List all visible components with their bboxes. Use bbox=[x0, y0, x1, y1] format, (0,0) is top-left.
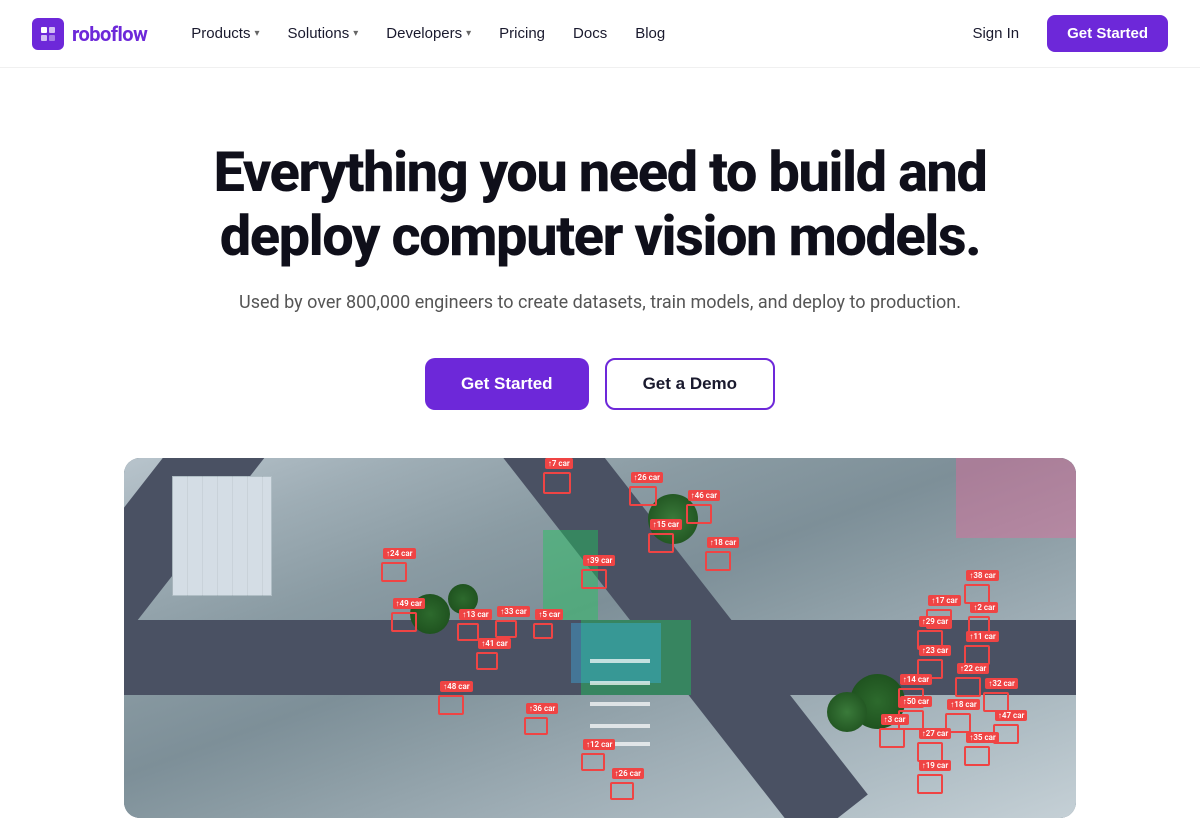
detection-box-32: ↑19 car bbox=[917, 774, 943, 794]
hero-subheadline: Used by over 800,000 engineers to create… bbox=[174, 289, 1026, 318]
detection-box-11: ↑5 car bbox=[533, 623, 553, 639]
logo-icon bbox=[32, 18, 64, 50]
detection-box-23: ↑22 car bbox=[955, 677, 981, 697]
detection-box-9: ↑13 car bbox=[457, 623, 479, 641]
detection-box-7: ↑24 car bbox=[381, 562, 407, 582]
detection-box-6: ↑39 car bbox=[581, 569, 607, 589]
hero-get-started-button[interactable]: Get Started bbox=[425, 358, 589, 410]
nav-products[interactable]: Products ▾ bbox=[179, 17, 271, 50]
det-label-22: ↑23 car bbox=[919, 645, 951, 656]
det-label-7: ↑24 car bbox=[383, 548, 415, 559]
detection-box-4: ↑15 car bbox=[648, 533, 674, 553]
det-label-24: ↑14 car bbox=[900, 674, 932, 685]
det-label-26: ↑50 car bbox=[900, 696, 932, 707]
det-label-17: ↑38 car bbox=[966, 570, 998, 581]
aerial-scene: ↑7 car ↑26 car ↑46 car ↑15 car ↑18 car ↑… bbox=[124, 458, 1076, 818]
nav-developers[interactable]: Developers ▾ bbox=[374, 17, 483, 50]
det-label-13: ↑48 car bbox=[440, 681, 472, 692]
det-label-15: ↑12 car bbox=[583, 739, 615, 750]
hero-buttons: Get Started Get a Demo bbox=[174, 358, 1026, 410]
detection-box-29: ↑3 car bbox=[879, 728, 905, 748]
det-label-28: ↑47 car bbox=[995, 710, 1027, 721]
demo-image-wrapper: ↑7 car ↑26 car ↑46 car ↑15 car ↑18 car ↑… bbox=[100, 458, 1100, 818]
hero-get-demo-button[interactable]: Get a Demo bbox=[605, 358, 775, 410]
det-label-6: ↑39 car bbox=[583, 555, 615, 566]
detection-box-15: ↑12 car bbox=[581, 753, 605, 771]
building-1-windows bbox=[172, 476, 272, 596]
det-label-14: ↑36 car bbox=[526, 703, 558, 714]
det-label-25: ↑32 car bbox=[985, 678, 1017, 689]
det-label-2: ↑26 car bbox=[631, 472, 663, 483]
hero-section: Everything you need to build and deploy … bbox=[150, 68, 1050, 458]
det-label-12: ↑41 car bbox=[478, 638, 510, 649]
det-label-9: ↑13 car bbox=[459, 609, 491, 620]
lane-line-2 bbox=[590, 681, 650, 685]
detection-box-3: ↑46 car bbox=[686, 504, 712, 524]
logo-text: roboflow bbox=[72, 22, 147, 46]
logo[interactable]: roboflow bbox=[32, 18, 147, 50]
detection-box-5: ↑18 car bbox=[705, 551, 731, 571]
detection-box-30: ↑27 car bbox=[917, 742, 943, 762]
tree-5 bbox=[827, 692, 867, 732]
nav-right: Sign In Get Started bbox=[960, 15, 1168, 52]
detection-box-8: ↑49 car bbox=[391, 612, 417, 632]
det-label-10: ↑33 car bbox=[497, 606, 529, 617]
detection-box-16: ↑26 car bbox=[610, 782, 634, 800]
det-label-29: ↑3 car bbox=[881, 714, 909, 725]
det-label-16: ↑26 car bbox=[612, 768, 644, 779]
detection-box-13: ↑48 car bbox=[438, 695, 464, 715]
lane-line-3 bbox=[590, 702, 650, 706]
demo-image: ↑7 car ↑26 car ↑46 car ↑15 car ↑18 car ↑… bbox=[124, 458, 1076, 818]
det-label-18: ↑17 car bbox=[928, 595, 960, 606]
det-label-8: ↑49 car bbox=[393, 598, 425, 609]
detection-box-12: ↑41 car bbox=[476, 652, 498, 670]
detection-box-10: ↑33 car bbox=[495, 620, 517, 638]
detection-box-1: ↑7 car bbox=[543, 472, 571, 494]
det-label-11: ↑5 car bbox=[535, 609, 563, 620]
nav-blog[interactable]: Blog bbox=[623, 17, 677, 50]
chevron-down-icon: ▾ bbox=[353, 28, 358, 39]
nav-items: Products ▾ Solutions ▾ Developers ▾ Pric… bbox=[179, 17, 677, 50]
nav-left: roboflow Products ▾ Solutions ▾ Develope… bbox=[32, 17, 677, 50]
pink-area bbox=[956, 458, 1076, 538]
det-label-4: ↑15 car bbox=[650, 519, 682, 530]
teal-area bbox=[571, 623, 661, 683]
detection-box-31: ↑35 car bbox=[964, 746, 990, 766]
hero-headline: Everything you need to build and deploy … bbox=[174, 140, 1026, 269]
nav-docs[interactable]: Docs bbox=[561, 17, 619, 50]
nav-pricing[interactable]: Pricing bbox=[487, 17, 557, 50]
det-label-32: ↑19 car bbox=[919, 760, 951, 771]
det-label-21: ↑11 car bbox=[966, 631, 998, 642]
detection-box-17: ↑38 car bbox=[964, 584, 990, 604]
navbar: roboflow Products ▾ Solutions ▾ Develope… bbox=[0, 0, 1200, 68]
det-label-3: ↑46 car bbox=[688, 490, 720, 501]
chevron-down-icon: ▾ bbox=[254, 28, 259, 39]
det-label-20: ↑29 car bbox=[919, 616, 951, 627]
nav-solutions[interactable]: Solutions ▾ bbox=[276, 17, 371, 50]
det-label-19: ↑2 car bbox=[970, 602, 998, 613]
det-label-23: ↑22 car bbox=[957, 663, 989, 674]
detection-box-21: ↑11 car bbox=[964, 645, 990, 665]
detection-box-2: ↑26 car bbox=[629, 486, 657, 506]
det-label-27: ↑18 car bbox=[947, 699, 979, 710]
det-label-31: ↑35 car bbox=[966, 732, 998, 743]
det-label-30: ↑27 car bbox=[919, 728, 951, 739]
det-label-1: ↑7 car bbox=[545, 458, 573, 469]
detection-box-14: ↑36 car bbox=[524, 717, 548, 735]
chevron-down-icon: ▾ bbox=[466, 28, 471, 39]
detection-box-25: ↑32 car bbox=[983, 692, 1009, 712]
sign-in-button[interactable]: Sign In bbox=[960, 17, 1031, 50]
nav-get-started-button[interactable]: Get Started bbox=[1047, 15, 1168, 52]
det-label-5: ↑18 car bbox=[707, 537, 739, 548]
lane-line-4 bbox=[590, 724, 650, 728]
lane-line-1 bbox=[590, 659, 650, 663]
